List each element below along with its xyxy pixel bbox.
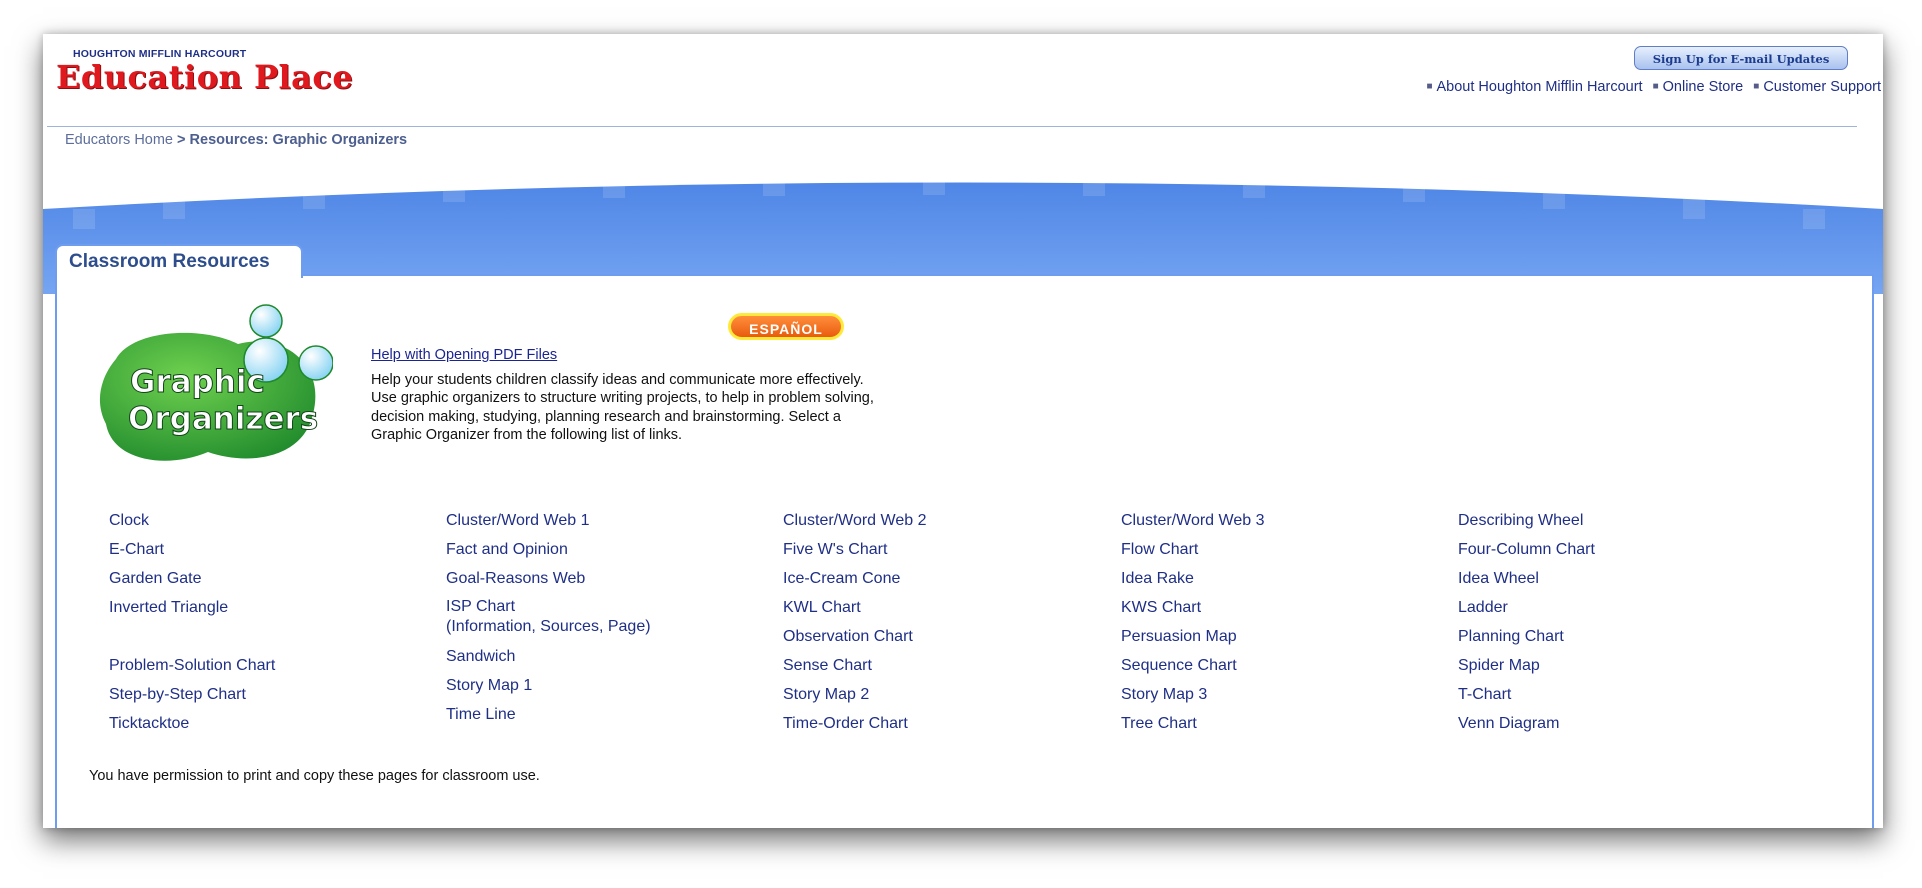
browser-page: HOUGHTON MIFFLIN HARCOURT Education Plac…: [43, 34, 1883, 828]
organizer-link[interactable]: KWS Chart: [1121, 593, 1441, 622]
espanol-button[interactable]: ESPAÑOL: [728, 313, 844, 340]
customer-support-link[interactable]: Customer Support: [1763, 79, 1881, 95]
about-hmh-link[interactable]: About Houghton Mifflin Harcourt: [1436, 79, 1642, 95]
help-pdf-link[interactable]: Help with Opening PDF Files: [371, 347, 557, 363]
tab-classroom-resources[interactable]: Classroom Resources: [55, 244, 303, 278]
breadcrumb-current: Resources: Graphic Organizers: [189, 132, 408, 148]
graphic-organizers-logo: Graphic Organizers: [99, 304, 333, 461]
organizer-link[interactable]: Ticktacktoe: [109, 709, 429, 738]
organizer-link[interactable]: Planning Chart: [1458, 622, 1778, 651]
bullet-icon: ■: [1426, 81, 1433, 92]
logo-text-line2: Organizers: [128, 401, 318, 437]
organizer-link[interactable]: Sense Chart: [783, 651, 1103, 680]
organizer-link[interactable]: Cluster/Word Web 2: [783, 506, 1103, 535]
bullet-icon: ■: [1753, 81, 1760, 92]
organizer-link-title: ISP Chart: [446, 598, 516, 615]
organizer-link[interactable]: Sandwich: [446, 642, 766, 671]
organizer-link[interactable]: Spider Map: [1458, 651, 1778, 680]
organizer-link[interactable]: Story Map 2: [783, 680, 1103, 709]
intro-paragraph: Help your students children classify ide…: [371, 372, 874, 443]
organizer-link[interactable]: Clock: [109, 506, 429, 535]
education-place-logo[interactable]: Education Place: [56, 58, 353, 96]
organizer-link[interactable]: Describing Wheel: [1458, 506, 1778, 535]
organizer-link[interactable]: Persuasion Map: [1121, 622, 1441, 651]
organizer-link[interactable]: Garden Gate: [109, 564, 429, 593]
organizer-link[interactable]: Cluster/Word Web 1: [446, 506, 766, 535]
organizer-link[interactable]: Goal-Reasons Web: [446, 564, 766, 593]
organizer-link[interactable]: Ladder: [1458, 593, 1778, 622]
organizer-link[interactable]: Story Map 3: [1121, 680, 1441, 709]
online-store-link[interactable]: Online Store: [1663, 79, 1744, 95]
organizer-column-1: Clock E-Chart Garden Gate Inverted Trian…: [109, 506, 429, 738]
breadcrumb: Educators Home > Resources: Graphic Orga…: [65, 132, 407, 148]
organizer-link[interactable]: T-Chart: [1458, 680, 1778, 709]
organizer-link[interactable]: Tree Chart: [1121, 709, 1441, 738]
organizer-link[interactable]: Story Map 1: [446, 671, 766, 700]
organizer-column-2: Cluster/Word Web 1 Fact and Opinion Goal…: [446, 506, 766, 729]
organizer-link[interactable]: KWL Chart: [783, 593, 1103, 622]
header-divider: [47, 126, 1857, 127]
organizer-link[interactable]: Time-Order Chart: [783, 709, 1103, 738]
organizer-link-isp-chart[interactable]: ISP Chart (Information, Sources, Page): [446, 593, 766, 642]
organizer-link[interactable]: E-Chart: [109, 535, 429, 564]
signup-email-updates-button[interactable]: Sign Up for E-mail Updates: [1634, 46, 1848, 70]
bullet-icon: ■: [1652, 81, 1659, 92]
organizer-link-subtitle: (Information, Sources, Page): [446, 618, 651, 635]
organizer-link[interactable]: Five W's Chart: [783, 535, 1103, 564]
organizer-column-4: Cluster/Word Web 3 Flow Chart Idea Rake …: [1121, 506, 1441, 738]
organizer-link[interactable]: Observation Chart: [783, 622, 1103, 651]
breadcrumb-home-link[interactable]: Educators Home: [65, 132, 173, 148]
organizer-link[interactable]: Sequence Chart: [1121, 651, 1441, 680]
organizer-link[interactable]: Flow Chart: [1121, 535, 1441, 564]
breadcrumb-separator: >: [177, 132, 186, 148]
organizer-column-3: Cluster/Word Web 2 Five W's Chart Ice-Cr…: [783, 506, 1103, 738]
organizer-link[interactable]: Idea Wheel: [1458, 564, 1778, 593]
logo-text-line1: Graphic: [130, 364, 265, 400]
top-links-bar: ■ About Houghton Mifflin Harcourt ■ Online…: [1420, 79, 1881, 95]
organizer-link[interactable]: Problem-Solution Chart: [109, 651, 429, 680]
organizer-link[interactable]: Idea Rake: [1121, 564, 1441, 593]
organizer-link[interactable]: Fact and Opinion: [446, 535, 766, 564]
organizer-link[interactable]: Inverted Triangle: [109, 593, 429, 622]
organizer-link[interactable]: Step-by-Step Chart: [109, 680, 429, 709]
organizer-link[interactable]: Cluster/Word Web 3: [1121, 506, 1441, 535]
organizer-column-5: Describing Wheel Four-Column Chart Idea …: [1458, 506, 1778, 738]
organizer-link[interactable]: Four-Column Chart: [1458, 535, 1778, 564]
organizer-link[interactable]: Ice-Cream Cone: [783, 564, 1103, 593]
tab-label: Classroom Resources: [69, 251, 270, 272]
organizer-link[interactable]: Time Line: [446, 700, 766, 729]
permission-note: You have permission to print and copy th…: [89, 768, 540, 784]
organizer-link[interactable]: Venn Diagram: [1458, 709, 1778, 738]
